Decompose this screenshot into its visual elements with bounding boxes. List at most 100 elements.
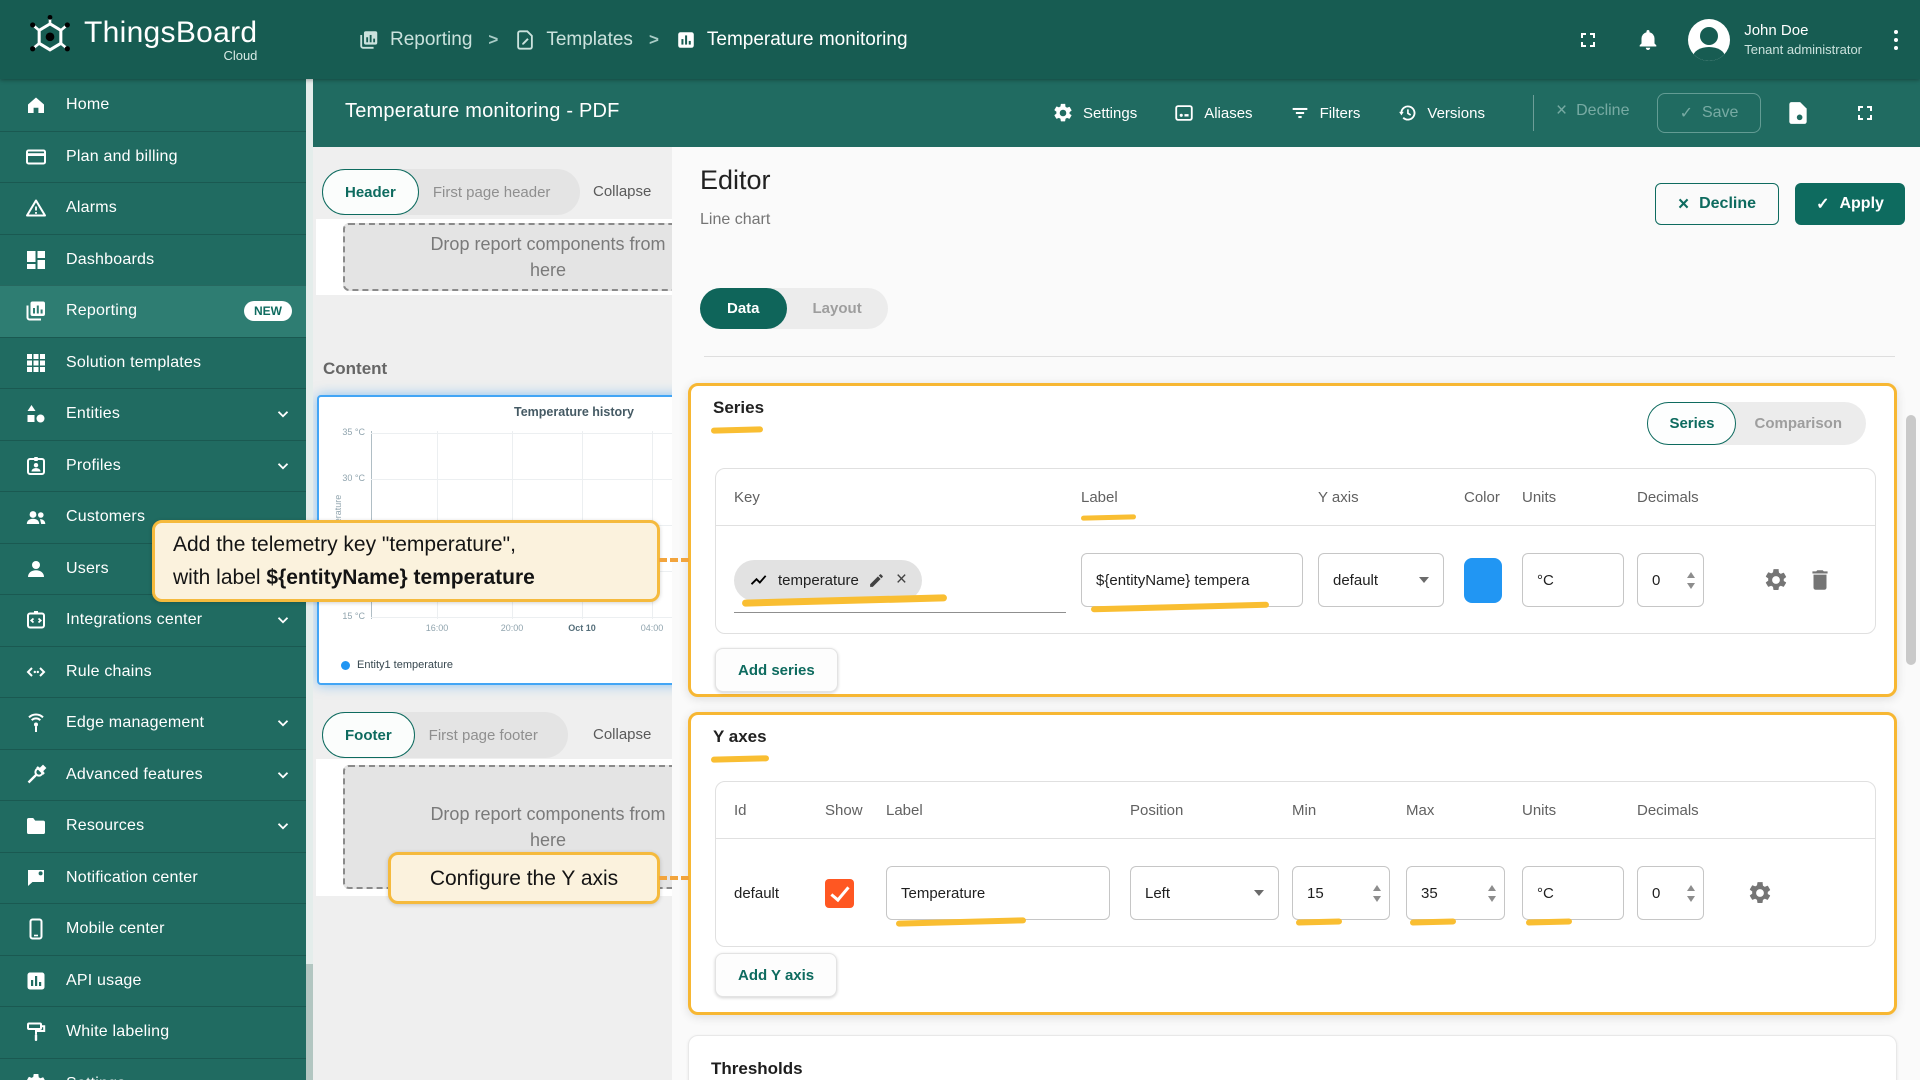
new-badge: NEW [244, 301, 292, 321]
export-document-icon[interactable] [1785, 99, 1811, 127]
tab-series[interactable]: Series [1647, 402, 1736, 445]
header-tabs: Header First page header [322, 169, 580, 215]
series-color-swatch[interactable] [1464, 558, 1502, 603]
yaxis-decimals-input[interactable]: 0 [1637, 866, 1704, 920]
column-y-axis: Y axis [1318, 489, 1464, 506]
yaxis-units-input[interactable]: °C [1522, 866, 1624, 920]
toolbar-decline-button[interactable]: ×Decline [1556, 101, 1629, 120]
series-yaxis-select[interactable]: default [1318, 553, 1444, 607]
topbar-right-controls: John Doe Tenant administrator [1576, 0, 1904, 79]
add-series-button[interactable]: Add series [715, 648, 838, 692]
series-delete-trash-icon[interactable] [1807, 567, 1833, 593]
edit-pencil-icon[interactable] [868, 572, 885, 589]
sidebar-item-settings[interactable]: Settings [0, 1058, 306, 1080]
field-underline [734, 612, 1066, 613]
sidebar-item-icon [24, 299, 48, 323]
brand-logo[interactable]: ThingsBoard Cloud [24, 13, 257, 65]
breadcrumb-separator: > [649, 30, 659, 50]
number-stepper[interactable] [1687, 572, 1695, 589]
yaxis-id: default [734, 885, 779, 902]
series-yaxis-cell: default [1318, 526, 1464, 634]
decline-button[interactable]: ×Decline [1655, 183, 1779, 225]
breadcrumb-item[interactable]: Reporting [358, 29, 472, 51]
sidebar-item-plan-and-billing[interactable]: Plan and billing [0, 131, 306, 183]
sidebar-item-home[interactable]: Home [0, 79, 306, 131]
tab-comparison[interactable]: Comparison [1736, 415, 1860, 432]
sidebar-item-icon [24, 145, 48, 169]
sidebar-item-solution-templates[interactable]: Solution templates [0, 337, 306, 389]
yaxis-position-select[interactable]: Left [1130, 866, 1279, 920]
tab-header[interactable]: Header [322, 169, 419, 215]
toolbar-divider [1533, 95, 1534, 131]
chart-legend: Entity1 temperature [341, 659, 453, 671]
check-icon: ✓ [1680, 103, 1693, 123]
sidebar-item-profiles[interactable]: Profiles [0, 440, 306, 492]
yaxis-label-input[interactable]: Temperature [886, 866, 1110, 920]
y-tick: 35 °C [319, 427, 365, 437]
sidebar-item-edge-management[interactable]: Edge management [0, 697, 306, 749]
sidebar-item-alarms[interactable]: Alarms [0, 182, 306, 234]
column-units: Units [1522, 489, 1637, 506]
user-role: Tenant administrator [1744, 42, 1862, 57]
yaxis-settings-gear-icon[interactable] [1747, 880, 1773, 906]
tab-data[interactable]: Data [700, 288, 787, 329]
yaxis-show-checkbox[interactable] [825, 879, 854, 908]
fullscreen-icon[interactable] [1576, 28, 1600, 52]
sidebar-item-resources[interactable]: Resources [0, 800, 306, 852]
versions-button[interactable]: Versions [1396, 102, 1485, 124]
toolbar-save-button[interactable]: ✓Save [1657, 93, 1761, 133]
series-units-input[interactable]: °C [1522, 553, 1624, 607]
breadcrumb-item[interactable]: Temperature monitoring [675, 29, 908, 51]
breadcrumb-item[interactable]: Templates [514, 29, 633, 51]
yaxis-max-cell: 35 [1406, 839, 1522, 947]
tab-first-page-footer[interactable]: First page footer [415, 727, 552, 744]
series-label-input[interactable]: ${entityName} tempera [1081, 553, 1303, 607]
sidebar-item-label: Integrations center [66, 611, 202, 629]
header-dropzone[interactable]: Drop report components from here [343, 223, 672, 291]
settings-button[interactable]: Settings [1052, 102, 1137, 124]
number-stepper[interactable] [1373, 885, 1381, 902]
series-section: Series Series Comparison KeyLabelY axisC… [688, 383, 1897, 697]
sidebar-item-notification-center[interactable]: Notification center [0, 852, 306, 904]
tab-footer[interactable]: Footer [322, 712, 415, 758]
tab-layout[interactable]: Layout [787, 300, 888, 317]
user-info[interactable]: John Doe Tenant administrator [1744, 22, 1862, 57]
sidebar-item-mobile-center[interactable]: Mobile center [0, 903, 306, 955]
series-key-chip[interactable]: temperature × [734, 560, 922, 601]
column-max: Max [1406, 802, 1522, 819]
remove-key-icon[interactable]: × [896, 569, 907, 591]
sidebar-item-icon [24, 917, 48, 941]
apply-button[interactable]: ✓Apply [1795, 183, 1905, 225]
filters-button[interactable]: Filters [1289, 102, 1361, 124]
sidebar-item-icon [24, 557, 48, 581]
number-stepper[interactable] [1687, 885, 1695, 902]
expand-fullscreen-icon[interactable] [1853, 101, 1877, 125]
series-settings-gear-icon[interactable] [1763, 567, 1789, 593]
yaxis-id-cell: default [734, 839, 825, 947]
yaxis-min-input[interactable]: 15 [1292, 866, 1390, 920]
data-layout-toggle: Data Layout [700, 288, 888, 329]
header-collapse-button[interactable]: Collapse [593, 183, 651, 200]
avatar[interactable] [1688, 19, 1730, 61]
tab-first-page-header[interactable]: First page header [419, 184, 565, 201]
sidebar-item-entities[interactable]: Entities [0, 388, 306, 440]
kebab-menu-icon[interactable] [1888, 24, 1904, 56]
yaxis-label-cell: Temperature [886, 839, 1130, 947]
sidebar-item-rule-chains[interactable]: Rule chains [0, 646, 306, 698]
add-yaxis-button[interactable]: Add Y axis [715, 953, 837, 997]
sidebar-item-white-labeling[interactable]: White labeling [0, 1006, 306, 1058]
footer-collapse-button[interactable]: Collapse [593, 726, 651, 743]
sidebar-item-api-usage[interactable]: API usage [0, 955, 306, 1007]
yaxes-columns: IdShowLabelPositionMinMaxUnitsDecimals [716, 782, 1875, 839]
sidebar-item-reporting[interactable]: Reporting NEW [0, 285, 306, 337]
yaxis-max-input[interactable]: 35 [1406, 866, 1505, 920]
timeseries-icon [749, 570, 769, 590]
sidebar-item-advanced-features[interactable]: Advanced features [0, 749, 306, 801]
series-decimals-input[interactable]: 0 [1637, 553, 1704, 607]
number-stepper[interactable] [1488, 885, 1496, 902]
aliases-button[interactable]: Aliases [1173, 102, 1252, 124]
notifications-bell-icon[interactable] [1636, 28, 1660, 52]
column-color: Color [1464, 489, 1522, 506]
sidebar-item-dashboards[interactable]: Dashboards [0, 234, 306, 286]
editor-scrollbar[interactable] [1906, 415, 1916, 665]
